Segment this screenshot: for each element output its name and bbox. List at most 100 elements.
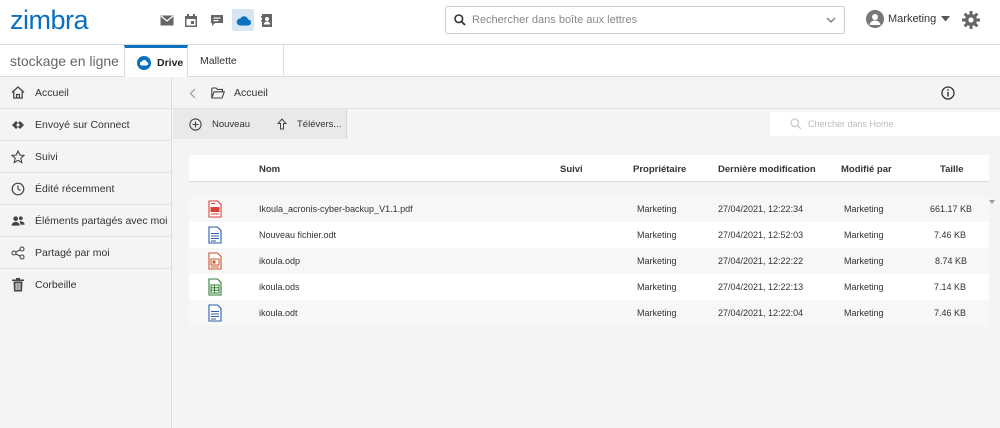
chevron-down-icon[interactable] xyxy=(826,17,836,24)
sidebar-item-label: Envoyé sur Connect xyxy=(35,118,130,131)
folder-open-icon xyxy=(211,87,225,99)
file-name[interactable]: Nouveau fichier.odt xyxy=(259,230,336,240)
sidebar-item-suivi[interactable]: Suivi xyxy=(0,141,172,173)
mailbox-search-input[interactable] xyxy=(472,11,812,29)
drive-app-icon[interactable] xyxy=(232,9,254,31)
file-size: 661.17 KB xyxy=(930,204,973,214)
user-menu[interactable]: Marketing xyxy=(866,8,951,30)
file-table-header: Nom Suivi Propriétaire Dernière modifica… xyxy=(189,155,989,182)
file-modified-by: Marketing xyxy=(844,204,884,214)
pdf-file-icon xyxy=(208,200,222,218)
column-size[interactable]: Taille xyxy=(940,164,964,175)
caret-down-icon xyxy=(941,16,951,22)
zimbra-logo[interactable]: zimbra xyxy=(10,5,89,36)
column-name[interactable]: Nom xyxy=(259,164,280,175)
file-modified-by: Marketing xyxy=(844,282,884,292)
file-size: 7.46 KB xyxy=(934,230,967,240)
mailbox-search[interactable] xyxy=(445,6,845,34)
sidebar-item-label: Éléments partagés avec moi xyxy=(35,214,168,227)
app-title: stockage en ligne xyxy=(10,53,119,69)
breadcrumb-current[interactable]: Accueil xyxy=(234,87,268,99)
calendar-app-icon[interactable] xyxy=(180,9,202,31)
home-icon xyxy=(11,86,25,100)
upload-arrow-icon xyxy=(277,118,287,130)
file-owner: Marketing xyxy=(637,204,677,214)
file-owner: Marketing xyxy=(637,308,677,318)
tab-mallette[interactable]: Mallette xyxy=(188,45,284,77)
file-modified: 27/04/2021, 12:52:03 xyxy=(718,230,804,240)
file-modified: 27/04/2021, 12:22:04 xyxy=(718,308,804,318)
column-follow[interactable]: Suivi xyxy=(560,164,583,175)
tab-drive[interactable]: Drive xyxy=(124,45,188,77)
column-modified[interactable]: Dernière modification xyxy=(718,164,816,175)
column-modified-by[interactable]: Modifié par xyxy=(841,164,892,175)
search-icon xyxy=(790,118,802,130)
home-search-input[interactable] xyxy=(808,117,988,131)
sidebar-item-corbeille[interactable]: Corbeille xyxy=(0,269,172,301)
file-name[interactable]: ikoula.odp xyxy=(259,256,300,266)
ods-file-icon xyxy=(208,278,222,296)
column-owner[interactable]: Propriétaire xyxy=(633,164,686,175)
file-name[interactable]: Ikoula_acronis-cyber-backup_V1.1.pdf xyxy=(259,204,413,214)
file-modified: 27/04/2021, 12:22:22 xyxy=(718,256,804,266)
user-name: Marketing xyxy=(888,13,937,25)
file-name[interactable]: ikoula.odt xyxy=(259,308,298,318)
table-row[interactable]: ikoula.odp Marketing 27/04/2021, 12:22:2… xyxy=(189,248,989,274)
mail-app-icon[interactable] xyxy=(156,9,178,31)
odt-file-icon xyxy=(208,304,222,322)
drive-cloud-icon xyxy=(137,55,151,70)
gear-icon[interactable] xyxy=(962,11,980,29)
trash-icon xyxy=(11,278,25,292)
avatar-icon xyxy=(866,10,884,28)
sidebar-item-label: Partagé par moi xyxy=(35,246,110,259)
file-owner: Marketing xyxy=(637,256,677,266)
users-icon xyxy=(11,214,25,228)
file-modified-by: Marketing xyxy=(844,308,884,318)
odp-file-icon xyxy=(208,252,222,270)
breadcrumb: Accueil xyxy=(173,77,1000,109)
back-arrow-icon[interactable] xyxy=(189,88,196,99)
file-size: 7.14 KB xyxy=(934,282,967,292)
table-row[interactable]: ikoula.ods Marketing 27/04/2021, 12:22:1… xyxy=(189,274,989,300)
connect-icon xyxy=(11,118,25,132)
plus-circle-icon xyxy=(189,117,202,131)
sidebar-item-label: Édité récemment xyxy=(35,182,115,195)
sidebar-item-label: Accueil xyxy=(35,86,69,99)
file-size: 7.46 KB xyxy=(934,308,967,318)
file-modified-by: Marketing xyxy=(844,230,884,240)
sidebar-item-accueil[interactable]: Accueil xyxy=(0,77,172,109)
top-bar: zimbra Marketing xyxy=(0,0,1000,45)
info-icon[interactable] xyxy=(941,86,955,100)
file-owner: Marketing xyxy=(637,230,677,240)
contacts-app-icon[interactable] xyxy=(256,9,278,31)
file-modified: 27/04/2021, 12:22:34 xyxy=(718,204,804,214)
clock-icon xyxy=(11,182,25,196)
file-name[interactable]: ikoula.ods xyxy=(259,282,300,292)
upload-button-label: Télévers... xyxy=(297,118,342,130)
toolbar-buttons: Nouveau Télévers... xyxy=(173,109,347,139)
odt-file-icon xyxy=(208,226,222,244)
home-search[interactable] xyxy=(770,112,1000,136)
star-icon xyxy=(11,149,25,164)
sidebar: Accueil Envoyé sur Connect Suivi Édité r… xyxy=(0,77,172,428)
new-button[interactable]: Nouveau xyxy=(189,109,250,139)
share-icon xyxy=(11,245,25,260)
tab-drive-label: Drive xyxy=(157,56,184,69)
sidebar-item-shared-with-me[interactable]: Éléments partagés avec moi xyxy=(0,205,172,237)
table-row[interactable]: ikoula.odt Marketing 27/04/2021, 12:22:0… xyxy=(189,300,989,326)
upload-button[interactable]: Télévers... xyxy=(277,109,341,139)
table-row[interactable]: Nouveau fichier.odt Marketing 27/04/2021… xyxy=(189,222,989,248)
sidebar-item-label: Corbeille xyxy=(35,279,77,291)
new-button-label: Nouveau xyxy=(212,118,251,130)
sidebar-item-recent[interactable]: Édité récemment xyxy=(0,173,172,205)
file-modified: 27/04/2021, 12:22:13 xyxy=(718,282,804,292)
scroll-caret-icon[interactable] xyxy=(988,198,996,208)
tab-row: stockage en ligne Drive Mallette xyxy=(0,45,1000,77)
search-icon xyxy=(454,14,466,26)
table-row[interactable]: Ikoula_acronis-cyber-backup_V1.1.pdf Mar… xyxy=(189,196,989,222)
sidebar-item-shared-by-me[interactable]: Partagé par moi xyxy=(0,237,172,269)
sidebar-item-connect[interactable]: Envoyé sur Connect xyxy=(0,109,172,141)
file-modified-by: Marketing xyxy=(844,256,884,266)
chat-app-icon[interactable] xyxy=(206,9,228,31)
sidebar-item-label: Suivi xyxy=(35,150,58,163)
